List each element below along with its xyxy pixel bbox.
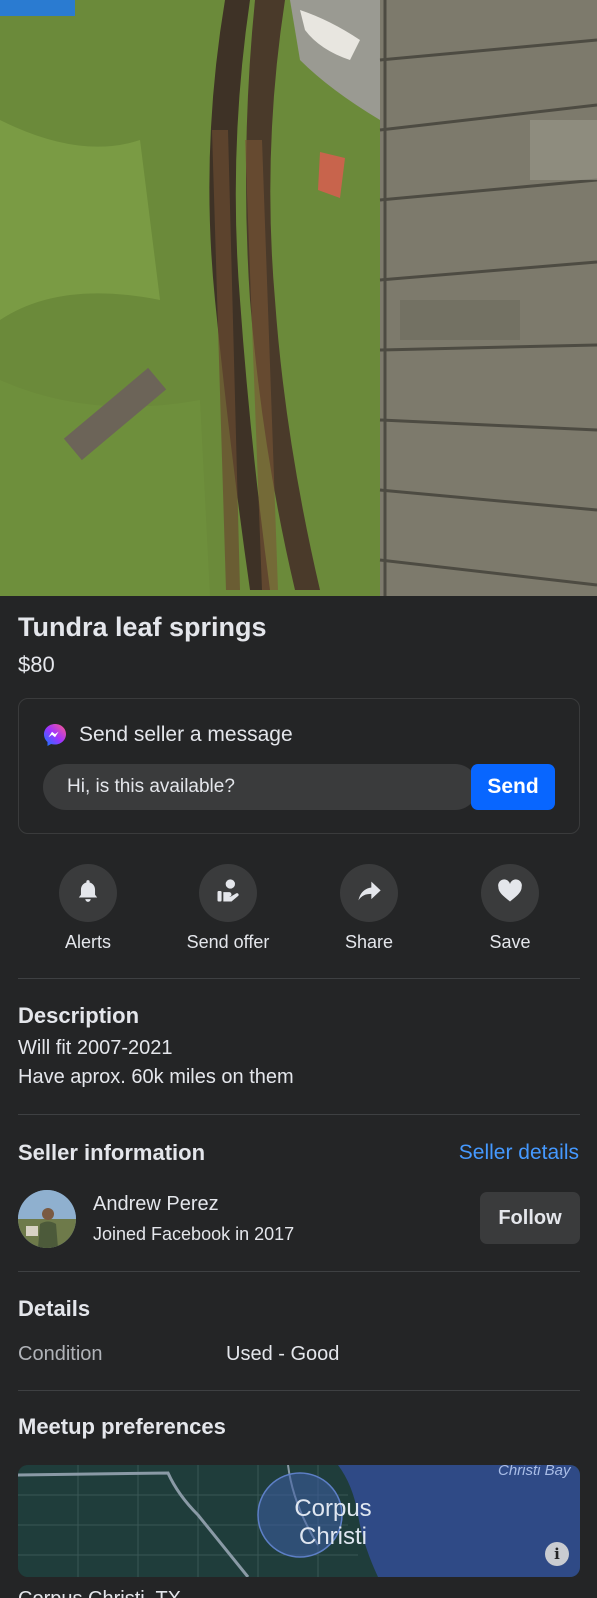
seller-name[interactable]: Andrew Perez bbox=[93, 1193, 219, 1216]
description-heading: Description bbox=[18, 1003, 140, 1028]
save-label: Save bbox=[489, 932, 531, 952]
listing-title: Tundra leaf springs bbox=[18, 612, 267, 642]
save-button[interactable]: Save bbox=[440, 864, 580, 953]
send-offer-label: Send offer bbox=[186, 932, 270, 952]
share-label: Share bbox=[344, 932, 394, 952]
info-icon[interactable]: i bbox=[545, 1542, 569, 1566]
action-row: Alerts Send offer Share Save bbox=[0, 864, 597, 964]
meetup-heading: Meetup preferences bbox=[18, 1414, 226, 1439]
follow-button[interactable]: Follow bbox=[480, 1192, 580, 1244]
listing-price: $80 bbox=[18, 652, 55, 677]
map-city-label: Corpus Christi bbox=[294, 1495, 372, 1550]
save-circle bbox=[481, 864, 539, 922]
meetup-map[interactable]: Corpus Christi Christi Bay i bbox=[18, 1465, 580, 1577]
details-heading: Details bbox=[18, 1296, 91, 1321]
meetup-location: Corpus Christi, TX bbox=[18, 1588, 181, 1598]
divider bbox=[18, 1271, 580, 1272]
alerts-circle bbox=[59, 864, 117, 922]
message-heading-row: Send seller a message bbox=[43, 723, 293, 747]
send-offer-button[interactable]: Send offer bbox=[158, 864, 298, 953]
description-line: Will fit 2007-2021 bbox=[18, 1037, 173, 1059]
condition-label: Condition bbox=[18, 1343, 103, 1365]
description-line: Have aprox. 60k miles on them bbox=[18, 1066, 294, 1088]
message-card: Send seller a message Hi, is this availa… bbox=[18, 698, 580, 834]
message-input[interactable]: Hi, is this available? bbox=[43, 764, 478, 810]
seller-joined: Joined Facebook in 2017 bbox=[93, 1224, 295, 1244]
divider bbox=[18, 1114, 580, 1115]
divider bbox=[18, 978, 580, 979]
heart-icon bbox=[496, 877, 524, 910]
bell-icon bbox=[75, 878, 101, 909]
share-button[interactable]: Share bbox=[299, 864, 439, 953]
send-offer-icon bbox=[214, 877, 242, 910]
condition-value: Used - Good bbox=[226, 1343, 340, 1365]
messenger-icon bbox=[43, 723, 67, 747]
listing-photo[interactable] bbox=[0, 0, 597, 596]
send-offer-circle bbox=[199, 864, 257, 922]
avatar[interactable] bbox=[18, 1190, 76, 1248]
seller-info-heading: Seller information bbox=[18, 1140, 206, 1165]
seller-details-link[interactable]: Seller details bbox=[459, 1141, 579, 1165]
share-arrow-icon bbox=[355, 877, 383, 910]
alerts-button[interactable]: Alerts bbox=[18, 864, 158, 953]
alerts-label: Alerts bbox=[64, 932, 111, 952]
message-heading: Send seller a message bbox=[79, 723, 293, 746]
map-bay-label: Christi Bay bbox=[498, 1465, 571, 1479]
divider bbox=[18, 1390, 580, 1391]
share-circle bbox=[340, 864, 398, 922]
leaf-springs-image bbox=[0, 0, 597, 596]
send-button[interactable]: Send bbox=[471, 764, 555, 810]
